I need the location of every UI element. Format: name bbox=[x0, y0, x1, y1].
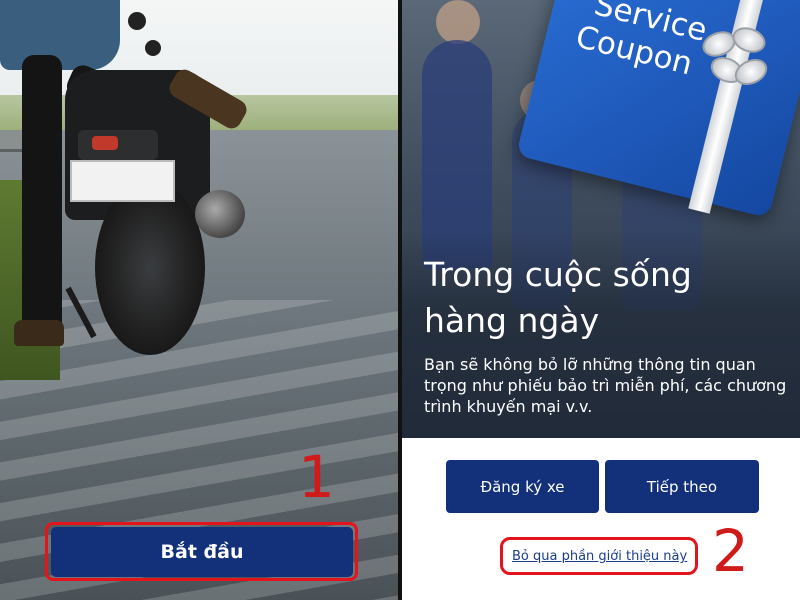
promo-heading: Trong cuộc sống hàng ngày bbox=[424, 255, 692, 340]
start-button-highlight bbox=[45, 522, 358, 581]
motorcycle-mirror bbox=[128, 12, 146, 30]
skip-link-highlight bbox=[500, 537, 698, 575]
rider-boot bbox=[14, 320, 64, 346]
motorcycle-mirror bbox=[145, 40, 161, 56]
motorcycle-exhaust bbox=[195, 190, 245, 238]
next-button[interactable]: Tiếp theo bbox=[605, 460, 759, 513]
onboarding-screen-start bbox=[0, 0, 398, 600]
rider-leg bbox=[22, 55, 62, 340]
onboarding-screen-features: Service Coupon Trong cuộc sống hàng ngày… bbox=[402, 0, 800, 600]
step-number-2: 2 bbox=[712, 517, 749, 585]
promo-description: Bạn sẽ không bỏ lỡ những thông tin quan … bbox=[424, 355, 787, 416]
motorcycle-rear-wheel bbox=[95, 180, 205, 355]
register-vehicle-button[interactable]: Đăng ký xe bbox=[446, 460, 599, 513]
background-person-head bbox=[436, 0, 480, 44]
step-number-1: 1 bbox=[298, 443, 335, 511]
tail-light bbox=[92, 136, 118, 150]
gift-bow-icon bbox=[698, 22, 772, 91]
license-plate bbox=[70, 160, 175, 202]
promo-background-photo: Service Coupon Trong cuộc sống hàng ngày… bbox=[402, 0, 800, 438]
motorcycle-tail bbox=[78, 130, 158, 160]
